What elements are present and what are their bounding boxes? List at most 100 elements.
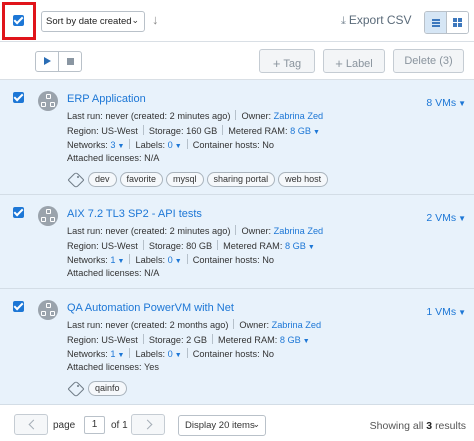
results-count: Showing all 3 results xyxy=(370,420,466,432)
vm-count-toggle[interactable]: 1 VMs ▼ xyxy=(426,306,466,318)
vm-count-toggle[interactable]: 8 VMs ▼ xyxy=(426,97,466,109)
ram-link[interactable]: 8 GB xyxy=(290,126,311,136)
tag-chip[interactable]: favorite xyxy=(119,172,164,187)
vm-row[interactable]: ERP Application 8 VMs ▼ Last run: never (… xyxy=(0,80,474,195)
tag-chip[interactable]: web host xyxy=(278,172,329,187)
vm-count-label: 2 VMs xyxy=(426,212,457,224)
row-checkbox[interactable] xyxy=(13,92,24,103)
ram-link[interactable]: 8 GB xyxy=(285,241,306,251)
vm-meta-line-1: Last run: never (created: 2 minutes ago)… xyxy=(67,225,323,236)
owner-link[interactable]: Zabrina Zed xyxy=(274,226,324,236)
container-hosts-value: Container hosts: No xyxy=(192,140,274,150)
labels-link[interactable]: 0 xyxy=(168,349,173,359)
networks-label: Networks: xyxy=(67,349,108,359)
vm-count-label: 1 VMs xyxy=(426,306,457,318)
region-value: Region: US-West xyxy=(67,335,138,345)
tag-chip[interactable]: dev xyxy=(88,172,117,187)
last-run-label: Last run: xyxy=(67,111,103,121)
container-hosts-value: Container hosts: No xyxy=(192,349,274,359)
chevron-down-icon: ▼ xyxy=(174,352,182,359)
chevron-down-icon: ▼ xyxy=(313,129,320,136)
chevron-down-icon: ▼ xyxy=(117,143,125,150)
vm-name-link[interactable]: QA Automation PowerVM with Net xyxy=(67,302,234,314)
owner-link[interactable]: Zabrina Zed xyxy=(272,320,322,330)
labels-link[interactable]: 0 xyxy=(168,140,173,150)
tag-chip[interactable]: mysql xyxy=(166,172,204,187)
vm-name-link[interactable]: AIX 7.2 TL3 SP2 - API tests xyxy=(67,208,202,220)
plus-icon: + xyxy=(272,56,281,71)
sort-direction-icon[interactable]: ↓ xyxy=(152,12,159,27)
download-icon: ⤓ xyxy=(341,15,346,27)
networks-label: Networks: xyxy=(67,140,108,150)
plus-icon: + xyxy=(335,56,343,71)
vm-meta-line-2: Region: US-West Storage: 160 GB Metered RA… xyxy=(67,125,320,136)
add-label-button[interactable]: + Label xyxy=(323,49,385,73)
vm-row[interactable]: AIX 7.2 TL3 SP2 - API tests 2 VMs ▼ Last … xyxy=(0,195,474,289)
select-all-highlight[interactable] xyxy=(2,2,36,40)
labels-link[interactable]: 0 xyxy=(168,255,173,265)
results-prefix: Showing all xyxy=(369,420,424,432)
licenses-value: Attached licenses: N/A xyxy=(67,268,160,278)
pagination-bar: page 1 of 1 Display 20 items ⌄ Showing a… xyxy=(0,404,474,441)
vm-meta-line-4: Attached licenses: N/A xyxy=(67,153,159,163)
chevron-down-icon: ▼ xyxy=(174,143,182,150)
next-page-button[interactable] xyxy=(131,414,165,435)
row-checkbox[interactable] xyxy=(13,207,24,218)
licenses-value: Attached licenses: Yes xyxy=(67,362,159,372)
export-csv-button[interactable]: ⤓ Export CSV xyxy=(341,13,412,28)
grid-view-button[interactable] xyxy=(447,12,468,33)
add-tag-label: Tag xyxy=(283,58,302,70)
list-view-button[interactable] xyxy=(425,12,447,33)
tag-list: qainfo xyxy=(67,381,130,397)
page-size-select[interactable]: Display 20 items ⌄ xyxy=(178,415,266,436)
vm-network-icon xyxy=(38,91,58,111)
licenses-value: Attached licenses: N/A xyxy=(67,153,160,163)
tag-chip[interactable]: sharing portal xyxy=(206,172,276,187)
owner-link[interactable]: Zabrina Zed xyxy=(274,111,324,121)
vm-network-icon xyxy=(38,300,58,320)
delete-button[interactable]: Delete (3) xyxy=(393,49,464,73)
delete-label: Delete (3) xyxy=(404,55,453,67)
tag-icon[interactable] xyxy=(67,381,84,395)
stop-button[interactable] xyxy=(59,52,81,71)
sort-select[interactable]: Sort by date created ⌄ xyxy=(41,11,145,32)
networks-link[interactable]: 1 xyxy=(110,349,115,359)
top-toolbar: Sort by date created ⌄ ↓ ⤓ Export CSV xyxy=(0,0,474,42)
vm-row[interactable]: QA Automation PowerVM with Net 1 VMs ▼ La… xyxy=(0,289,474,404)
vm-count-toggle[interactable]: 2 VMs ▼ xyxy=(426,212,466,224)
ram-label: Metered RAM: xyxy=(223,241,283,251)
last-run-label: Last run: xyxy=(67,226,103,236)
owner-label: Owner: xyxy=(239,320,270,330)
action-bar: + Tag + Label Delete (3) xyxy=(0,42,474,80)
page-label: page xyxy=(53,420,76,431)
vm-name-link[interactable]: ERP Application xyxy=(67,93,146,105)
previous-page-button[interactable] xyxy=(14,414,48,435)
select-all-checkbox[interactable] xyxy=(13,15,24,26)
ram-link[interactable]: 8 GB xyxy=(280,335,301,345)
vm-meta-line-2: Region: US-West Storage: 80 GB Metered RAM… xyxy=(67,240,315,251)
networks-link[interactable]: 3 xyxy=(110,140,115,150)
networks-label: Networks: xyxy=(67,255,108,265)
tag-icon[interactable] xyxy=(67,172,84,186)
page-number-input[interactable]: 1 xyxy=(84,416,105,434)
vm-meta-line-1: Last run: never (created: 2 minutes ago)… xyxy=(67,110,323,121)
region-value: Region: US-West xyxy=(67,241,138,251)
add-tag-button[interactable]: + Tag xyxy=(259,49,315,73)
chevron-down-icon: ⌄ xyxy=(131,15,139,25)
chevron-down-icon: ▼ xyxy=(458,214,466,223)
vm-meta-line-3: Networks: 1 ▼ Labels: 0 ▼ Container hosts: N… xyxy=(67,348,274,359)
networks-link[interactable]: 1 xyxy=(110,255,115,265)
play-button[interactable] xyxy=(36,52,59,71)
export-csv-label: Export CSV xyxy=(348,13,412,27)
page-size-label: Display 20 items xyxy=(185,420,255,431)
storage-value: Storage: 80 GB xyxy=(148,241,213,251)
ram-label: Metered RAM: xyxy=(218,335,278,345)
storage-value: Storage: 2 GB xyxy=(148,335,208,345)
chevron-down-icon: ▼ xyxy=(458,99,466,108)
tag-chip[interactable]: qainfo xyxy=(88,381,127,396)
row-checkbox[interactable] xyxy=(13,301,24,312)
add-label-label: Label xyxy=(345,58,373,70)
chevron-down-icon: ⌄ xyxy=(252,419,260,429)
view-toggle xyxy=(424,11,469,34)
chevron-down-icon: ▼ xyxy=(307,244,315,251)
